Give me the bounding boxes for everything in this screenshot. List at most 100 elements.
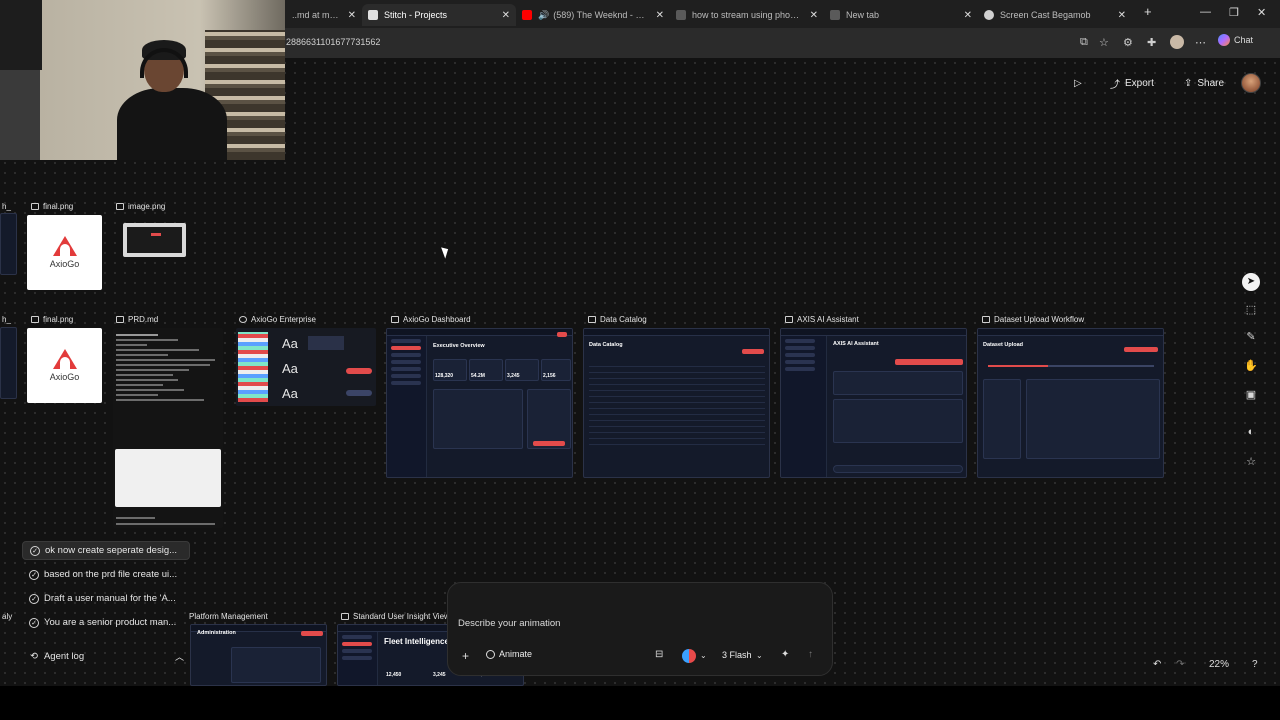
card-final-png[interactable]: AxioGo bbox=[27, 215, 102, 290]
task-item[interactable]: ✓ Draft a user manual for the 'A... bbox=[22, 589, 190, 608]
task-item[interactable]: ✓ based on the prd file create ui... bbox=[22, 565, 190, 584]
extension-icon[interactable]: ⚙ bbox=[1123, 36, 1133, 49]
redo-icon[interactable]: ↷ bbox=[1176, 659, 1184, 670]
palette-tool-icon[interactable]: ◐ bbox=[1242, 426, 1260, 438]
ui-sample bbox=[308, 336, 344, 350]
model-selector[interactable]: 3 Flash bbox=[722, 650, 752, 660]
url-text[interactable]: 2886631101677731562 bbox=[286, 37, 380, 47]
doc-line bbox=[116, 517, 155, 519]
dash-heading: Executive Overview bbox=[433, 343, 485, 349]
frame-select-icon[interactable]: ⬚ bbox=[1242, 303, 1260, 316]
card-label-axis-ai: AXIS AI Assistant bbox=[785, 315, 859, 324]
card-image-png[interactable] bbox=[123, 223, 186, 257]
screen-icon bbox=[785, 316, 793, 323]
red-accent bbox=[151, 233, 161, 236]
frame-icon[interactable]: ⊟ bbox=[655, 649, 663, 660]
card-title: AxioGo Dashboard bbox=[403, 315, 471, 324]
play-icon[interactable]: ▷ bbox=[1074, 74, 1082, 92]
close-icon[interactable]: ✕ bbox=[348, 10, 356, 21]
kpi-value: 3,245 bbox=[507, 373, 520, 379]
action-button bbox=[1124, 347, 1158, 352]
card-dataset-upload-workflow[interactable]: Dataset Upload bbox=[977, 328, 1164, 478]
card-data-catalog[interactable]: Data Catalog bbox=[583, 328, 770, 478]
puzzle-icon[interactable]: ✚ bbox=[1147, 36, 1156, 49]
ui-sample bbox=[346, 368, 372, 374]
kpi-value: 12,450 bbox=[386, 672, 402, 678]
card-final-png-2[interactable]: AxioGo bbox=[27, 328, 102, 403]
close-icon[interactable]: ✕ bbox=[502, 10, 510, 21]
topnav bbox=[978, 329, 1163, 336]
type-sample: Aa bbox=[282, 386, 298, 401]
close-window-icon[interactable]: ✕ bbox=[1257, 6, 1266, 19]
restore-icon[interactable]: ❐ bbox=[1229, 6, 1239, 19]
help-icon[interactable]: ? bbox=[1252, 659, 1258, 670]
tab-github[interactable]: ..md at main · M ✕ bbox=[286, 4, 362, 26]
theme-color-picker[interactable] bbox=[682, 649, 696, 663]
add-attachment-icon[interactable]: + bbox=[462, 649, 469, 663]
dash-heading: Dataset Upload bbox=[983, 342, 1024, 348]
image-tool-icon[interactable]: ▣ bbox=[1242, 388, 1260, 401]
close-icon[interactable]: ✕ bbox=[810, 10, 818, 21]
palette-icon bbox=[239, 316, 247, 323]
close-icon[interactable]: ✕ bbox=[656, 10, 664, 21]
profile-avatar[interactable] bbox=[1170, 35, 1184, 49]
card-axiogo-dashboard[interactable]: Executive Overview 128,320 54.2M 3,245 2… bbox=[386, 328, 573, 478]
install-app-icon[interactable]: ⧉ bbox=[1080, 36, 1088, 49]
pencil-icon[interactable]: ✎ bbox=[1242, 330, 1260, 343]
share-button[interactable]: ⇪ Share bbox=[1184, 74, 1224, 92]
new-tab-button[interactable]: + bbox=[1144, 4, 1152, 19]
chat-button[interactable]: Chat bbox=[1218, 34, 1253, 46]
card-prd-md[interactable] bbox=[113, 328, 223, 528]
webcam-person bbox=[112, 40, 232, 160]
tab-label: New tab bbox=[846, 10, 880, 20]
card-axis-ai-assistant[interactable]: AXIS AI Assistant bbox=[780, 328, 967, 478]
enhance-icon[interactable]: ✦ bbox=[781, 649, 789, 660]
card-platform-management[interactable]: Administration bbox=[190, 624, 327, 686]
more-menu-icon[interactable]: ⋯ bbox=[1195, 36, 1206, 49]
agent-log-toggle[interactable]: ⟲ Agent log ︿ bbox=[22, 646, 190, 666]
cut-card-thumbnail[interactable] bbox=[0, 327, 17, 399]
select-tool-icon[interactable]: ➤ bbox=[1242, 273, 1260, 291]
tab-search[interactable]: how to stream using phone usin ✕ bbox=[670, 4, 824, 26]
tab-new[interactable]: New tab ✕ bbox=[824, 4, 978, 26]
zoom-level[interactable]: 22% bbox=[1209, 659, 1229, 670]
screen-icon bbox=[341, 613, 349, 620]
undo-icon[interactable]: ↶ bbox=[1153, 659, 1161, 670]
alert-button bbox=[533, 441, 565, 446]
tab-screencast[interactable]: Screen Cast Begamob ✕ bbox=[978, 4, 1132, 26]
send-arrow-icon[interactable]: ↑ bbox=[808, 649, 813, 660]
kpi-value: 3,245 bbox=[433, 672, 446, 678]
speaker-icon: 🔊 bbox=[538, 9, 550, 20]
image-icon bbox=[31, 316, 39, 323]
gemini-icon bbox=[1218, 34, 1230, 46]
prompt-input[interactable]: Describe your animation bbox=[458, 618, 560, 629]
check-circle-icon: ✓ bbox=[30, 545, 40, 556]
tab-stitch-projects[interactable]: Stitch - Projects ✕ bbox=[362, 4, 516, 26]
animate-button[interactable]: Animate bbox=[486, 649, 532, 659]
preview-table bbox=[1026, 379, 1160, 459]
bookmark-star-icon[interactable]: ☆ bbox=[1099, 36, 1109, 49]
tab-youtube[interactable]: 🔊 (589) The Weeknd - Save Yo ✕ bbox=[516, 4, 670, 26]
chevron-down-icon[interactable]: ⌄ bbox=[756, 651, 763, 660]
task-item[interactable]: ✓ You are a senior product man... bbox=[22, 613, 190, 632]
export-button[interactable]: ⤴ Export bbox=[1110, 74, 1154, 92]
card-title: PRD.md bbox=[128, 315, 159, 324]
chevron-down-icon[interactable]: ⌄ bbox=[700, 651, 707, 660]
close-icon[interactable]: ✕ bbox=[964, 10, 972, 21]
user-avatar[interactable] bbox=[1241, 73, 1261, 93]
minimize-icon[interactable]: — bbox=[1200, 6, 1211, 18]
task-label: ok now create seperate desig... bbox=[45, 545, 178, 556]
sidebar bbox=[781, 336, 827, 477]
hand-icon[interactable]: ✋ bbox=[1242, 359, 1260, 372]
star-icon[interactable]: ☆ bbox=[1242, 455, 1260, 468]
card-label-data-catalog: Data Catalog bbox=[588, 315, 647, 324]
close-icon[interactable]: ✕ bbox=[1118, 10, 1126, 21]
card-title: image.png bbox=[128, 202, 166, 211]
card-label-prd-md: PRD.md bbox=[116, 315, 158, 324]
task-item[interactable]: ✓ ok now create seperate desig... bbox=[22, 541, 190, 560]
dash-heading: Data Catalog bbox=[589, 342, 623, 348]
cut-card-thumbnail[interactable] bbox=[0, 213, 17, 275]
card-title: Dataset Upload Workflow bbox=[994, 315, 1085, 324]
animate-label: Animate bbox=[499, 649, 533, 659]
card-axiogo-enterprise[interactable]: Aa Aa Aa bbox=[236, 328, 376, 406]
